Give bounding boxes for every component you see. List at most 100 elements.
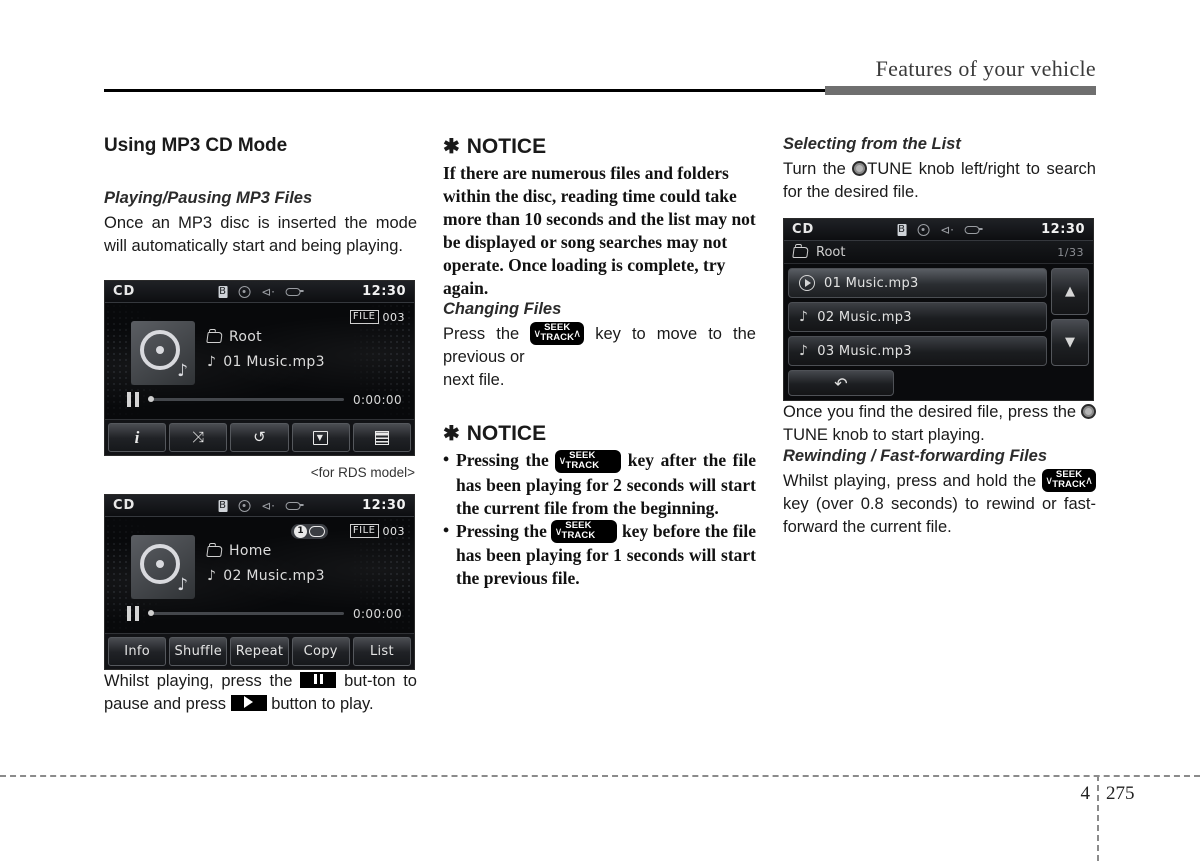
list-item-label: 03 Music.mp3 [817,343,912,359]
chevron-up-icon: ∧ [573,326,582,340]
progress-bar[interactable] [148,396,344,402]
screen1-copy-button[interactable] [291,423,350,452]
repeat-icon [309,526,325,537]
screen1-mode-label: CD [113,284,136,299]
seek-track-stack: SEEK TRACK [540,323,574,343]
screen2-mode-label: CD [113,498,136,513]
shuffle-icon: ⤨ [192,428,205,446]
aux-icon [285,501,304,510]
pause-button-glyph [300,671,337,688]
after-list-instruction: Once you find the desired file, press th… [783,401,1096,447]
screen2-info-button[interactable]: Info [108,637,167,666]
changing-files-text-1: Press the [443,325,520,343]
music-note-icon: ♪ [207,354,217,370]
aux-icon [964,225,983,234]
screen1-status-bar: CD B ⊲⋅ 12:30 [105,281,414,303]
head-unit-screen-file-list[interactable]: CD B ⊲⋅ 12:30 Root 1/33 01 Music.mp3 ♪ 0… [783,218,1094,401]
tune-knob-icon [1081,404,1096,419]
usb-icon: ⊲⋅ [261,284,275,299]
screen1-file-badge: FILE 003 [349,310,405,324]
tune-knob-icon [852,161,868,176]
screen2-track-row: ♪ 02 Music.mp3 [207,568,325,584]
track-label: TRACK [1052,479,1086,491]
notice-1-heading: ✱ NOTICE [443,135,756,159]
list-item[interactable]: ♪ 03 Music.mp3 [788,336,1047,366]
repeat-icon: ↺ [253,428,266,446]
screen3-clock: 12:30 [1041,222,1085,237]
seek-track-key-glyph: ∨ SEEK TRACK ∧ [1042,469,1096,493]
screen1-folder-row: Root [206,329,325,345]
column-middle: ✱ NOTICE If there are numerous files and… [443,135,756,590]
notice-2-bullet-1: Pressing the ∨SEEKTRACK key after the fi… [443,448,756,519]
screen1-progress-row[interactable]: 0:00:00 [127,392,402,407]
notice-2-heading: ✱ NOTICE [443,422,756,446]
subsection-rewinding-body: Whilst playing, press and hold the ∨ SEEK… [783,469,1096,539]
screen1-repeat-button[interactable]: ↺ [230,423,289,452]
screen2-copy-button[interactable]: Copy [291,637,350,666]
subsection-playing-pausing-title: Playing/Pausing MP3 Files [104,189,313,207]
copy-icon [313,430,329,445]
screen3-scroll-controls: ▲ ▼ [1051,268,1089,366]
music-note-icon: ♪ [799,309,809,325]
screen2-repeat-button[interactable]: Repeat [230,637,289,666]
screen2-progress-row[interactable]: 0:00:00 [127,606,402,621]
screen1-button-bar: i ⤨ ↺ [105,419,414,455]
notice-1-body: If there are numerous files and folders … [443,163,756,298]
chapter-number: 4 [1080,783,1091,804]
asterisk-icon: ✱ [443,136,460,158]
scroll-down-button[interactable]: ▼ [1051,319,1089,366]
screen3-mode-label: CD [792,222,815,237]
subsection-selecting-list-body: Turn the TUNE knob left/right to search … [783,158,1096,204]
play-button-glyph [230,694,267,711]
track-label: TRACK [561,530,596,542]
notice-2-list: Pressing the ∨SEEKTRACK key after the fi… [443,448,756,590]
screen1-list-button[interactable] [352,423,412,452]
pause-icon [127,392,139,407]
disc-icon [917,223,930,236]
back-button[interactable]: ↶ [788,370,894,396]
screen2-status-bar: CD B ⊲⋅ 12:30 [105,495,414,517]
screen3-status-bar: CD B ⊲⋅ 12:30 [784,219,1093,241]
screen3-status-icons: B ⊲⋅ [897,223,983,236]
notice-2-bullet-2: Pressing the ∨SEEKTRACK key before the f… [443,519,756,590]
column-right: Selecting from the List Turn the TUNE kn… [783,135,1096,539]
screen3-list-body: 01 Music.mp3 ♪ 02 Music.mp3 ♪ 03 Music.m… [784,264,1093,370]
footer-divider [1097,775,1099,861]
play-icon [244,695,254,708]
screen1-shuffle-button[interactable]: ⤨ [169,423,228,452]
folder-icon [206,331,223,343]
scroll-up-button[interactable]: ▲ [1051,268,1089,315]
screen1-info-button[interactable]: i [108,423,167,452]
subsection-playing-pausing-body: Once an MP3 disc is inserted the mode wi… [104,214,417,255]
repeat-one-number: 1 [294,525,307,538]
section-title: Using MP3 CD Mode [104,135,288,156]
aux-icon [285,287,304,296]
seek-track-stack: SEEK TRACK [565,450,599,471]
page-number: 275 [1106,783,1135,804]
pause-play-text-3: button to play. [271,695,374,713]
screen2-track-name: 02 Music.mp3 [223,568,325,584]
screen2-elapsed-time: 0:00:00 [352,606,402,621]
screen2-status-icons: B ⊲⋅ [218,499,304,512]
after-list-text-1: Once you find the desired file, press th… [783,403,1077,421]
screen1-folder-name: Root [229,329,262,345]
screen2-folder-name: Home [229,543,272,559]
list-item[interactable]: 01 Music.mp3 [788,268,1047,298]
screen2-shuffle-button[interactable]: Shuffle [169,637,228,666]
list-item[interactable]: ♪ 02 Music.mp3 [788,302,1047,332]
pause-icon [127,606,139,621]
head-unit-screen-mp3-play[interactable]: CD B ⊲⋅ 12:30 FILE 003 ♪ Root ♪ 01 Music… [104,280,415,456]
screen2-list-button[interactable]: List [352,637,412,666]
screen1-status-icons: B ⊲⋅ [218,284,304,299]
chevron-up-icon: ∧ [1084,473,1093,487]
folder-icon [206,545,223,557]
disc-icon [238,285,251,298]
subsection-changing-files-body-2: next file. [443,371,505,390]
list-item-label: 02 Music.mp3 [817,309,912,325]
head-unit-screen-mp3-play-rds[interactable]: CD B ⊲⋅ 12:30 1 FILE 003 ♪ Home ♪ 02 Mus… [104,494,415,670]
music-note-icon: ♪ [207,568,217,584]
progress-bar[interactable] [148,610,344,616]
screen3-back-row: ↶ [784,370,1093,400]
selecting-list-text-1: Turn the [783,160,846,178]
music-note-icon: ♪ [799,343,809,359]
